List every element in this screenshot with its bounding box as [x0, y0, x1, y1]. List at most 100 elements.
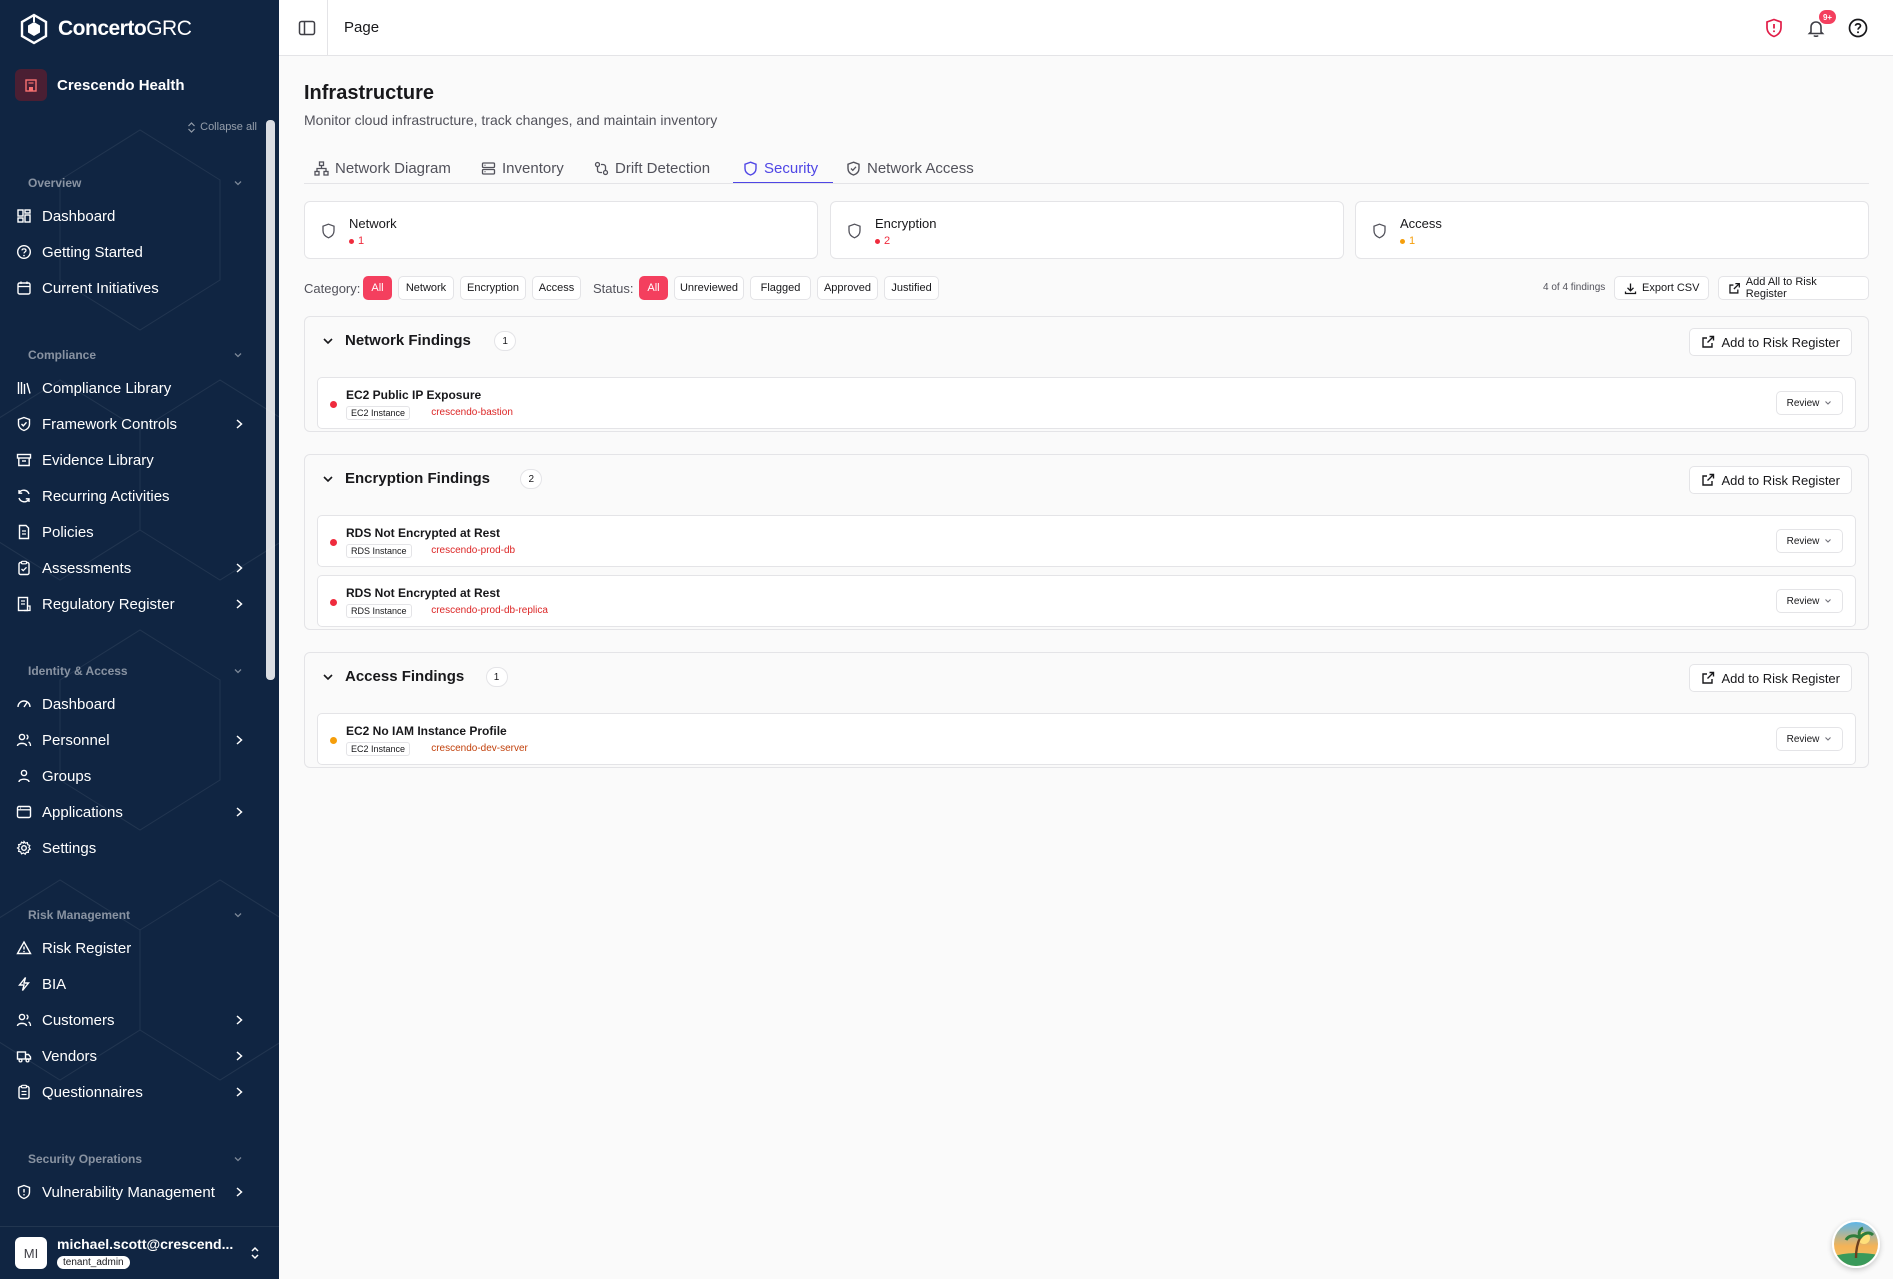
- resource-name[interactable]: crescendo-prod-db: [431, 545, 515, 556]
- user-menu[interactable]: MI michael.scott@crescend... tenant_admi…: [0, 1226, 279, 1279]
- category-card-encryption[interactable]: Encryption 2: [830, 201, 1344, 259]
- help-icon[interactable]: [1847, 17, 1869, 39]
- sidebar-toggle-icon[interactable]: [297, 18, 317, 38]
- sidebar-item-label: Assessments: [42, 559, 132, 577]
- category-card-network[interactable]: Network 1: [304, 201, 818, 259]
- brand[interactable]: ConcertoGRC: [18, 12, 192, 46]
- category-filter-access[interactable]: Access: [532, 276, 581, 300]
- tab-network-access[interactable]: Network Access: [846, 154, 974, 182]
- sidebar-item-questionnaires[interactable]: Questionnaires: [16, 1077, 246, 1107]
- status-filter-approved[interactable]: Approved: [817, 276, 878, 300]
- group-header[interactable]: Network Findings 1 Add to Risk Register: [305, 317, 1868, 365]
- sidebar-item-vulnerability-management[interactable]: Vulnerability Management: [16, 1177, 246, 1207]
- sidebar-section-title: Risk Management: [28, 908, 131, 922]
- finding-row[interactable]: EC2 Public IP Exposure EC2 Instance cresce…: [317, 377, 1856, 429]
- sidebar-item-label: Settings: [42, 839, 97, 857]
- chevron-down-icon: [234, 1157, 242, 1162]
- sidebar-item-getting-started[interactable]: Getting Started: [16, 237, 246, 267]
- chevron-down-icon[interactable]: [321, 472, 335, 486]
- review-dropdown[interactable]: Review: [1776, 589, 1843, 613]
- category-card-access[interactable]: Access 1: [1355, 201, 1869, 259]
- status-filter-all[interactable]: All: [639, 276, 668, 300]
- breadcrumb[interactable]: Page: [344, 19, 379, 36]
- sidebar-item-compliance-library[interactable]: Compliance Library: [16, 373, 246, 403]
- resource-name[interactable]: crescendo-bastion: [431, 407, 513, 418]
- review-dropdown[interactable]: Review: [1776, 391, 1843, 415]
- sidebar-item-personnel[interactable]: Personnel: [16, 725, 246, 755]
- sidebar-section-overview[interactable]: Overview: [28, 176, 243, 190]
- group-icon: [18, 769, 30, 783]
- severity-dot: [330, 737, 337, 744]
- chevron-down-icon[interactable]: [321, 670, 335, 684]
- sidebar-item-framework-controls[interactable]: Framework Controls: [16, 409, 246, 439]
- sidebar-scrollbar[interactable]: [266, 120, 275, 680]
- tab-drift-detection[interactable]: Drift Detection: [594, 154, 710, 182]
- chevron-down-icon[interactable]: [321, 334, 335, 348]
- user-email: michael.scott@crescend...: [57, 1236, 234, 1252]
- sidebar-item-assessments[interactable]: Assessments: [16, 553, 246, 583]
- status-filter-unreviewed[interactable]: Unreviewed: [674, 276, 744, 300]
- external-link-icon: [1729, 282, 1740, 294]
- sidebar-item-customers[interactable]: Customers: [16, 1005, 246, 1035]
- avatar: MI: [15, 1237, 47, 1269]
- chevron-right-icon: [236, 807, 243, 817]
- finding-row[interactable]: RDS Not Encrypted at Rest RDS Instance cre…: [317, 515, 1856, 567]
- sidebar-item-risk-register[interactable]: Risk Register: [16, 933, 246, 963]
- add-to-risk-register-button[interactable]: Add to Risk Register: [1688, 328, 1852, 356]
- brand-name: ConcertoGRC: [58, 17, 192, 40]
- sidebar-item-regulatory-register[interactable]: Regulatory Register: [16, 589, 246, 619]
- status-filter-flagged[interactable]: Flagged: [750, 276, 811, 300]
- sidebar-section-risk-management[interactable]: Risk Management: [28, 908, 243, 922]
- sidebar-item-vendors[interactable]: Vendors: [16, 1041, 246, 1071]
- sidebar-item-recurring-activities[interactable]: Recurring Activities: [16, 481, 246, 511]
- review-dropdown[interactable]: Review: [1776, 727, 1843, 751]
- finding-row[interactable]: EC2 No IAM Instance Profile EC2 Instance c…: [317, 713, 1856, 765]
- resource-name[interactable]: crescendo-dev-server: [431, 743, 528, 754]
- sidebar-item-groups[interactable]: Groups: [16, 761, 246, 791]
- clipboard-list-icon: [18, 1084, 30, 1100]
- status-filter-justified[interactable]: Justified: [884, 276, 939, 300]
- add-to-risk-register-label: Add to Risk Register: [1721, 670, 1841, 686]
- shield-icon: [322, 223, 335, 239]
- tab-network-diagram[interactable]: Network Diagram: [314, 154, 451, 182]
- user-role-badge: tenant_admin: [57, 1256, 130, 1269]
- tab-inventory[interactable]: Inventory: [481, 154, 564, 182]
- security-alert-icon[interactable]: [1763, 17, 1785, 39]
- sidebar-item-dashboard[interactable]: Dashboard: [16, 201, 246, 231]
- chevron-right-icon: [236, 419, 243, 429]
- category-filter-encryption[interactable]: Encryption: [460, 276, 526, 300]
- sidebar-section-compliance[interactable]: Compliance: [28, 348, 243, 362]
- finding-row[interactable]: RDS Not Encrypted at Rest RDS Instance cre…: [317, 575, 1856, 627]
- add-to-risk-register-button[interactable]: Add to Risk Register: [1688, 664, 1852, 692]
- add-all-label: Add All to Risk Register: [1745, 276, 1817, 300]
- sidebar-section-identity-access[interactable]: Identity & Access: [28, 664, 243, 678]
- chevrons-updown-icon: [251, 1246, 259, 1260]
- export-csv-button[interactable]: Export CSV: [1614, 276, 1710, 300]
- assistant-avatar-button[interactable]: [1832, 1220, 1880, 1268]
- sidebar-item-evidence-library[interactable]: Evidence Library: [16, 445, 246, 475]
- add-all-to-risk-register-button[interactable]: Add All to Risk Register: [1718, 276, 1869, 300]
- add-to-risk-register-button[interactable]: Add to Risk Register: [1688, 466, 1852, 494]
- review-dropdown[interactable]: Review: [1776, 529, 1843, 553]
- category-filter-network[interactable]: Network: [398, 276, 454, 300]
- tenant-switcher[interactable]: Crescendo Health: [15, 69, 185, 101]
- group-header[interactable]: Access Findings 1 Add to Risk Register: [305, 653, 1868, 701]
- sidebar-section-security-operations[interactable]: Security Operations: [28, 1152, 243, 1166]
- collapse-all-button[interactable]: Collapse all: [187, 121, 257, 133]
- shield-icon: [744, 160, 757, 176]
- severity-dot: [349, 238, 354, 244]
- category-count: 1: [349, 235, 364, 247]
- export-csv-label: Export CSV: [1642, 282, 1700, 294]
- sidebar-item-applications[interactable]: Applications: [16, 797, 246, 827]
- sidebar-item-dashboard[interactable]: Dashboard: [16, 689, 246, 719]
- notification-badge: 9+: [1819, 10, 1836, 24]
- group-header[interactable]: Encryption Findings 2 Add to Risk Register: [305, 455, 1868, 503]
- sidebar-item-bia[interactable]: BIA: [16, 969, 246, 999]
- sidebar-item-current-initiatives[interactable]: Current Initiatives: [16, 273, 246, 303]
- category-filter-all[interactable]: All: [363, 276, 392, 300]
- tab-security[interactable]: Security: [743, 154, 818, 182]
- sidebar-item-policies[interactable]: Policies: [16, 517, 246, 547]
- sidebar-item-settings[interactable]: Settings: [16, 833, 246, 863]
- sidebar-item-label: Vendors: [42, 1047, 98, 1065]
- resource-name[interactable]: crescendo-prod-db-replica: [431, 605, 548, 616]
